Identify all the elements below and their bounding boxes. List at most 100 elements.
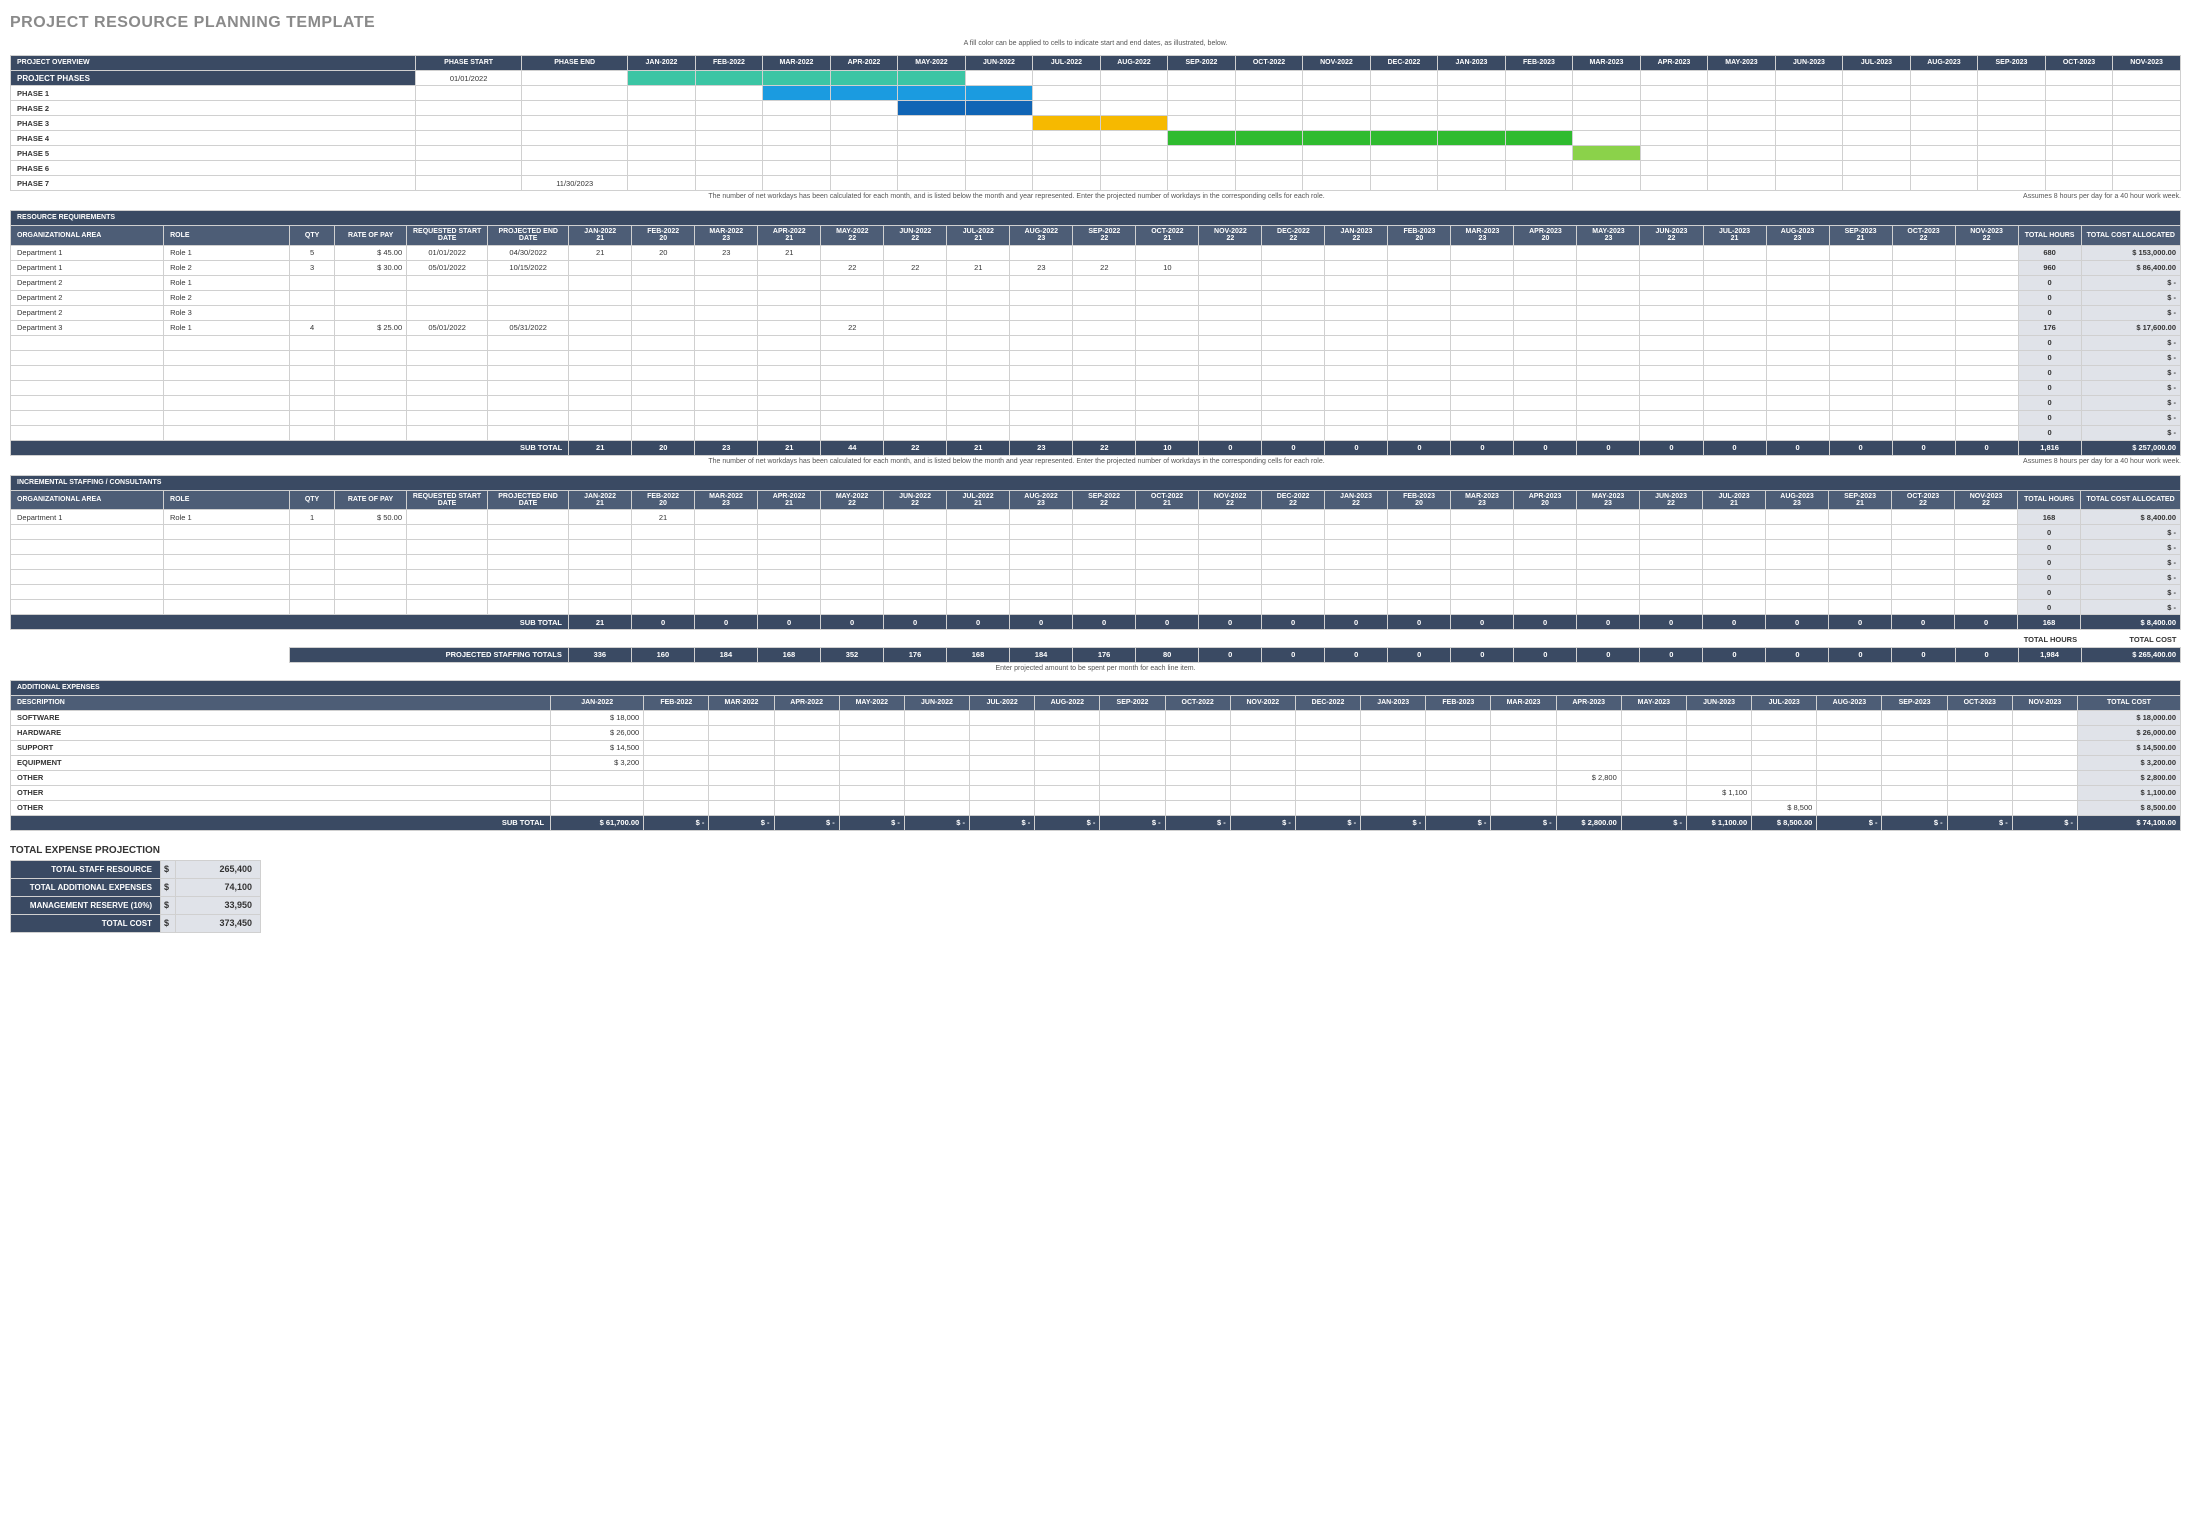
gantt-cell[interactable] xyxy=(1235,161,1303,176)
day-cell[interactable] xyxy=(1766,335,1829,350)
day-cell[interactable] xyxy=(1640,510,1703,525)
day-cell[interactable] xyxy=(758,540,821,555)
day-cell[interactable] xyxy=(1451,555,1514,570)
gantt-cell[interactable] xyxy=(1438,161,1506,176)
gantt-cell[interactable] xyxy=(1775,146,1843,161)
qty-cell[interactable] xyxy=(290,305,335,320)
day-cell[interactable] xyxy=(758,570,821,585)
day-cell[interactable] xyxy=(1577,305,1640,320)
rstart-cell[interactable]: 05/01/2022 xyxy=(407,320,488,335)
expense-cell[interactable] xyxy=(1165,725,1230,740)
gantt-cell[interactable] xyxy=(1370,146,1438,161)
rate-cell[interactable] xyxy=(335,350,407,365)
expense-cell[interactable] xyxy=(1621,785,1686,800)
day-cell[interactable] xyxy=(695,555,758,570)
day-cell[interactable] xyxy=(1199,600,1262,615)
gantt-cell[interactable] xyxy=(1168,176,1236,191)
day-cell[interactable] xyxy=(1451,275,1514,290)
expense-cell[interactable] xyxy=(1361,740,1426,755)
rstart-cell[interactable] xyxy=(407,525,488,540)
day-cell[interactable] xyxy=(695,365,758,380)
expense-cell[interactable] xyxy=(970,755,1035,770)
day-cell[interactable] xyxy=(1955,425,2018,440)
expense-cell[interactable] xyxy=(1556,740,1621,755)
day-cell[interactable] xyxy=(1388,540,1451,555)
phase-end[interactable] xyxy=(522,101,628,116)
day-cell[interactable] xyxy=(1892,525,1955,540)
day-cell[interactable] xyxy=(1640,585,1703,600)
gantt-cell[interactable] xyxy=(695,71,763,86)
expense-cell[interactable] xyxy=(1491,770,1556,785)
day-cell[interactable] xyxy=(1388,510,1451,525)
day-cell[interactable] xyxy=(758,335,821,350)
gantt-cell[interactable] xyxy=(1033,146,1101,161)
expense-cell[interactable] xyxy=(1295,770,1360,785)
expense-cell[interactable] xyxy=(1165,770,1230,785)
day-cell[interactable] xyxy=(947,275,1010,290)
expense-cell[interactable] xyxy=(1621,800,1686,815)
expense-cell[interactable] xyxy=(1882,710,1947,725)
gantt-cell[interactable] xyxy=(1910,131,1978,146)
day-cell[interactable] xyxy=(1577,585,1640,600)
gantt-cell[interactable] xyxy=(965,101,1033,116)
expense-cell[interactable] xyxy=(839,770,904,785)
qty-cell[interactable] xyxy=(290,380,335,395)
day-cell[interactable] xyxy=(1766,510,1829,525)
day-cell[interactable] xyxy=(1199,260,1262,275)
role-cell[interactable] xyxy=(164,570,290,585)
gantt-cell[interactable] xyxy=(1168,116,1236,131)
gantt-cell[interactable] xyxy=(1843,131,1911,146)
gantt-cell[interactable] xyxy=(628,71,696,86)
day-cell[interactable] xyxy=(1199,510,1262,525)
day-cell[interactable]: 22 xyxy=(821,260,884,275)
day-cell[interactable] xyxy=(1262,335,1325,350)
qty-cell[interactable] xyxy=(290,570,335,585)
org-cell[interactable] xyxy=(11,585,164,600)
day-cell[interactable] xyxy=(758,305,821,320)
day-cell[interactable] xyxy=(1073,245,1136,260)
day-cell[interactable] xyxy=(695,275,758,290)
day-cell[interactable] xyxy=(1451,320,1514,335)
day-cell[interactable] xyxy=(1451,245,1514,260)
expense-cell[interactable] xyxy=(1491,800,1556,815)
day-cell[interactable] xyxy=(1955,410,2018,425)
expense-cell[interactable] xyxy=(1882,755,1947,770)
day-cell[interactable] xyxy=(695,510,758,525)
expense-cell[interactable] xyxy=(1230,755,1295,770)
expense-cell[interactable] xyxy=(1426,725,1491,740)
day-cell[interactable] xyxy=(758,425,821,440)
day-cell[interactable] xyxy=(1829,585,1892,600)
role-cell[interactable]: Role 3 xyxy=(164,305,290,320)
gantt-cell[interactable] xyxy=(1168,146,1236,161)
expense-cell[interactable]: $ 26,000 xyxy=(551,725,644,740)
rate-cell[interactable] xyxy=(335,275,407,290)
pend-cell[interactable] xyxy=(488,350,569,365)
rate-cell[interactable] xyxy=(335,380,407,395)
rate-cell[interactable] xyxy=(335,540,407,555)
day-cell[interactable] xyxy=(1451,570,1514,585)
day-cell[interactable] xyxy=(1955,275,2018,290)
day-cell[interactable] xyxy=(1325,525,1388,540)
day-cell[interactable] xyxy=(1640,275,1703,290)
day-cell[interactable] xyxy=(1640,570,1703,585)
day-cell[interactable] xyxy=(1262,380,1325,395)
day-cell[interactable] xyxy=(1262,350,1325,365)
gantt-cell[interactable] xyxy=(1640,71,1708,86)
day-cell[interactable] xyxy=(1577,245,1640,260)
day-cell[interactable] xyxy=(1640,350,1703,365)
day-cell[interactable] xyxy=(1640,525,1703,540)
day-cell[interactable] xyxy=(1262,275,1325,290)
day-cell[interactable]: 22 xyxy=(821,320,884,335)
day-cell[interactable] xyxy=(1577,395,1640,410)
qty-cell[interactable] xyxy=(290,290,335,305)
day-cell[interactable] xyxy=(569,380,632,395)
day-cell[interactable] xyxy=(1703,585,1766,600)
day-cell[interactable] xyxy=(758,365,821,380)
phase-end[interactable] xyxy=(522,131,628,146)
gantt-cell[interactable] xyxy=(1843,101,1911,116)
gantt-cell[interactable] xyxy=(1573,101,1641,116)
gantt-cell[interactable] xyxy=(1100,131,1168,146)
day-cell[interactable]: 22 xyxy=(1073,260,1136,275)
gantt-cell[interactable] xyxy=(1978,176,2046,191)
day-cell[interactable] xyxy=(1703,320,1766,335)
